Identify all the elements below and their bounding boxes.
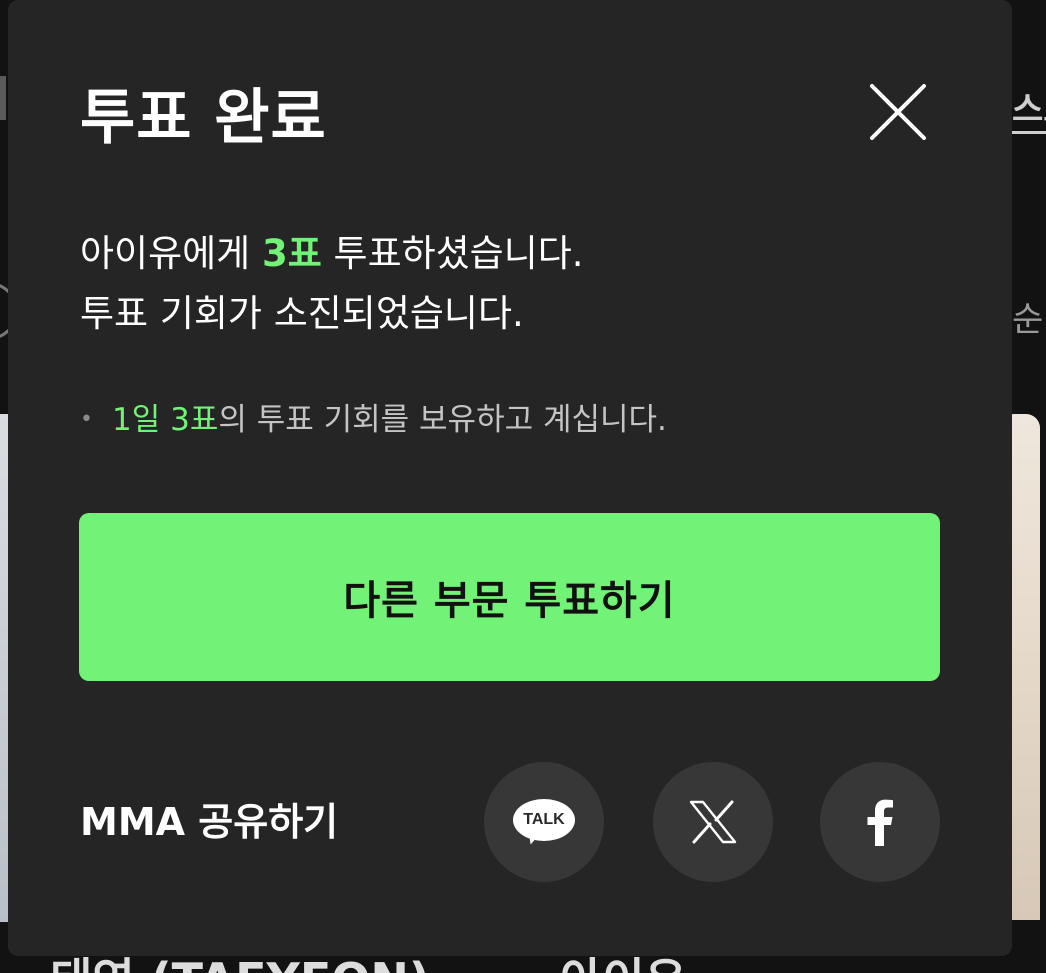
daily-vote-highlight: 1일 3표	[112, 402, 219, 438]
vote-result-line-1: 아이유에게 3표 투표하셨습니다.	[80, 224, 584, 284]
vote-complete-modal: 투표 완료 아이유에게 3표 투표하셨습니다. 투표 기회가 소진되었습니다. …	[8, 0, 1012, 956]
vote-allowance-suffix: 의 투표 기회를 보유하고 계십니다.	[218, 402, 667, 438]
vote-result-suffix: 투표하셨습니다.	[321, 232, 584, 275]
close-icon	[870, 84, 926, 140]
share-facebook-button[interactable]	[820, 762, 940, 882]
facebook-icon	[867, 799, 893, 846]
vote-result-message: 아이유에게 3표 투표하셨습니다. 투표 기회가 소진되었습니다.	[80, 224, 584, 344]
close-button[interactable]	[866, 80, 930, 144]
background-sort-fragment: 순	[1012, 300, 1044, 340]
share-kakaotalk-button[interactable]: TALK	[484, 762, 604, 882]
share-x-button[interactable]	[653, 762, 773, 882]
share-label: MMA 공유하기	[80, 800, 339, 844]
vote-allowance-note: • 1일 3표의 투표 기회를 보유하고 계십니다.	[80, 398, 667, 442]
background-fragment-left-bar	[0, 76, 6, 120]
bullet: •	[80, 407, 93, 432]
vote-exhausted-line: 투표 기회가 소진되었습니다.	[80, 292, 524, 335]
vote-other-category-button[interactable]: 다른 부문 투표하기	[79, 513, 940, 681]
background-header-fragment: 스트	[1012, 82, 1046, 134]
vote-result-prefix: 아이유에게	[80, 232, 262, 275]
kakaotalk-icon: TALK	[513, 799, 575, 847]
kakaotalk-icon-text: TALK	[523, 811, 565, 828]
page: 스트 순 태연 (TAEYEON) 아이유 투표 완료 아이유에게 3표 투표하…	[0, 0, 1046, 973]
x-twitter-icon	[689, 800, 737, 844]
modal-title: 투표 완료	[80, 83, 327, 153]
vote-count-highlight: 3표	[261, 232, 322, 275]
